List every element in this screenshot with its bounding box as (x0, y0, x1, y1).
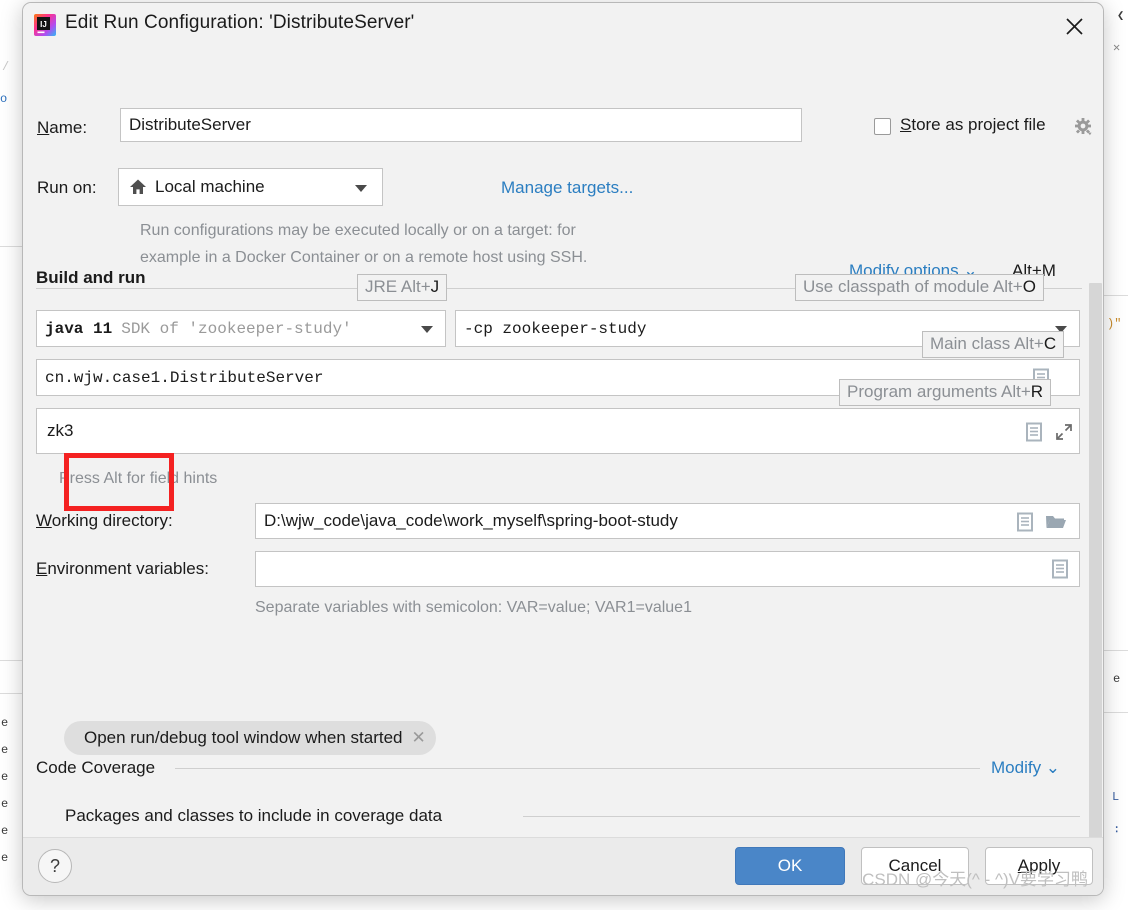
run-on-description-line1: Run configurations may be executed local… (140, 222, 576, 239)
program-arguments-input[interactable]: zk3 (36, 408, 1080, 454)
environment-variables-label: Environment variables: (36, 559, 209, 578)
bg-glyph: e (1, 716, 9, 730)
ok-button[interactable]: OK (735, 847, 845, 885)
bg-glyph: ✕ (1113, 41, 1121, 55)
bg-divider (0, 246, 22, 247)
apply-button[interactable]: Apply (985, 847, 1093, 885)
chevron-down-icon[interactable] (421, 326, 433, 333)
gear-icon[interactable] (1073, 116, 1095, 138)
close-icon[interactable] (1058, 11, 1090, 41)
name-input[interactable]: DistributeServer (120, 108, 802, 142)
environment-variables-input[interactable] (255, 551, 1080, 587)
working-directory-input[interactable]: D:\wjw_code\java_code\work_myself\spring… (255, 503, 1080, 539)
working-directory-value: D:\wjw_code\java_code\work_myself\spring… (264, 511, 678, 530)
run-on-description-line2: example in a Docker Container or on a re… (140, 249, 588, 266)
store-as-project-file-label: Store as project file (900, 115, 1046, 134)
bg-glyph: e (1, 851, 9, 865)
bg-divider (1102, 712, 1128, 713)
working-directory-label: Working directory: (36, 511, 173, 530)
bg-glyph: e (1, 743, 9, 757)
help-button[interactable]: ? (38, 849, 72, 883)
tooltip-program-arguments: Program arguments Alt+R (839, 379, 1052, 406)
option-chip-open-run-debug-tool-window[interactable]: Open run/debug tool window when started … (64, 721, 436, 755)
svg-text:IJ: IJ (40, 20, 47, 29)
document-icon[interactable] (1014, 511, 1036, 533)
bg-glyph: L (1112, 790, 1120, 804)
intellij-idea-icon: IJ (34, 14, 56, 36)
main-class-value: cn.wjw.case1.DistributeServer (45, 368, 324, 387)
store-as-project-file-checkbox[interactable] (874, 118, 891, 135)
manage-targets-link[interactable]: Manage targets... (501, 178, 633, 198)
folder-icon[interactable] (1044, 511, 1068, 533)
bg-glyph: )⁠" (1107, 317, 1122, 331)
home-icon (129, 178, 147, 196)
build-and-run-title: Build and run (36, 268, 146, 287)
code-coverage-title: Code Coverage (36, 758, 156, 777)
coverage-packages-subsection-title: Packages and classes to include in cover… (65, 806, 443, 825)
close-icon[interactable]: ✕ (411, 728, 425, 748)
bg-glyph: o (0, 92, 8, 106)
code-coverage-modify-link[interactable]: Modify ⌄ (991, 758, 1060, 778)
bg-glyph: ❮ (1117, 9, 1125, 23)
name-input-value: DistributeServer (129, 115, 251, 134)
bg-glyph: / (2, 60, 10, 74)
dialog-title: Edit Run Configuration: 'DistributeServe… (65, 12, 415, 33)
section-divider (523, 816, 1080, 817)
section-divider (175, 768, 980, 769)
jre-dropdown[interactable]: java 11 SDK of 'zookeeper-study' (36, 310, 446, 347)
jre-value-bold: java 11 (45, 319, 113, 338)
bg-divider (1102, 650, 1128, 651)
jre-value-muted: SDK of 'zookeeper-study' (121, 319, 352, 338)
environment-variables-hint: Separate variables with semicolon: VAR=v… (255, 599, 692, 616)
tooltip-main-class: Main class Alt+C (922, 331, 1065, 358)
classpath-value: -cp zookeeper-study (464, 319, 647, 338)
bg-divider (1102, 295, 1128, 296)
vertical-scrollbar-thumb[interactable] (1089, 283, 1102, 843)
bg-glyph: e (1113, 672, 1121, 686)
bg-divider (0, 693, 22, 694)
expand-icon[interactable] (1053, 421, 1075, 443)
program-arguments-value: zk3 (47, 421, 74, 440)
bg-glyph: e (1, 770, 9, 784)
option-chip-label: Open run/debug tool window when started (84, 728, 403, 747)
document-icon[interactable] (1023, 421, 1045, 443)
run-on-dropdown[interactable]: Local machine (118, 168, 383, 206)
cancel-button[interactable]: Cancel (861, 847, 969, 885)
bg-glyph: e (1, 824, 9, 838)
name-label: Name: (37, 118, 88, 137)
chevron-down-icon[interactable] (355, 185, 367, 192)
tooltip-use-classpath-of-module: Use classpath of module Alt+O (795, 274, 1044, 301)
bg-divider (0, 660, 22, 661)
document-icon[interactable] (1049, 558, 1071, 580)
bg-glyph: e (1, 797, 9, 811)
bg-glyph: ∶ (1113, 823, 1121, 837)
run-on-label: Run on: (37, 178, 97, 197)
dialog-content: Name: DistributeServer Store as project … (23, 50, 1103, 882)
edit-run-configuration-dialog: IJ Edit Run Configuration: 'DistributeSe… (22, 2, 1104, 896)
run-on-value: Local machine (155, 177, 265, 196)
dialog-titlebar: IJ Edit Run Configuration: 'DistributeSe… (23, 3, 1103, 50)
field-hints-note: Press Alt for field hints (59, 470, 218, 487)
dialog-footer: ? OK Cancel Apply CSDN @今天(^ - ^)V要学习鸭 (23, 837, 1103, 895)
tooltip-jre: JRE Alt+J (357, 274, 448, 301)
